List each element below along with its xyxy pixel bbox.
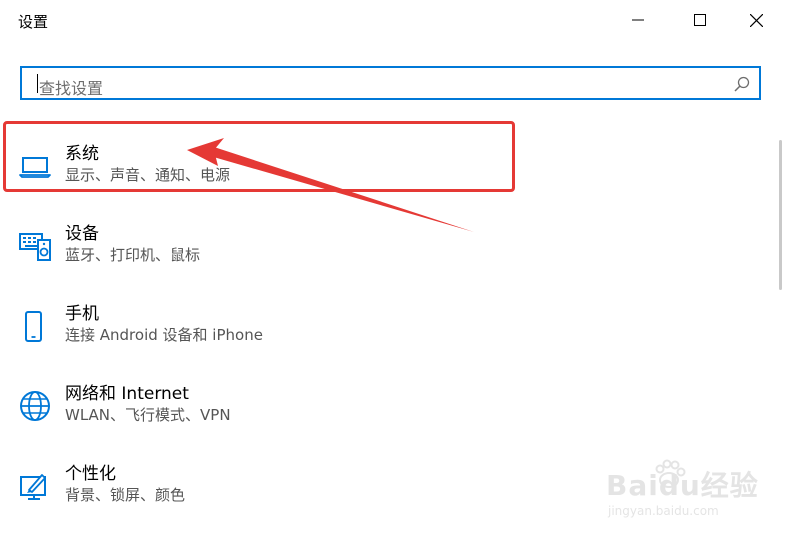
settings-item-name: 网络和 Internet — [65, 384, 189, 404]
window-title: 设置 — [18, 13, 49, 31]
settings-item-desc: WLAN、飞行模式、VPN — [65, 406, 231, 424]
settings-item-desc: 蓝牙、打印机、鼠标 — [65, 246, 201, 264]
settings-item-devices[interactable]: 设备 蓝牙、打印机、鼠标 — [0, 219, 760, 289]
personalize-icon — [20, 474, 46, 500]
watermark-url: jingyan.baidu.com — [608, 504, 719, 518]
globe-icon — [20, 391, 50, 421]
maximize-button[interactable] — [680, 0, 720, 40]
search-input[interactable]: 查找设置 — [22, 68, 759, 98]
title-bar: 设置 — [0, 0, 786, 40]
settings-item-name: 手机 — [65, 304, 99, 324]
annotation-highlight-box — [3, 121, 515, 192]
settings-item-desc: 连接 Android 设备和 iPhone — [65, 326, 263, 344]
search-icon[interactable] — [734, 76, 750, 92]
search-placeholder: 查找设置 — [39, 79, 104, 98]
text-caret — [37, 74, 38, 93]
settings-item-name: 设备 — [65, 224, 99, 244]
close-icon — [749, 13, 763, 27]
minimize-button[interactable] — [618, 0, 658, 40]
settings-item-name: 个性化 — [65, 464, 116, 484]
close-button[interactable] — [736, 0, 776, 40]
settings-item-network[interactable]: 网络和 Internet WLAN、飞行模式、VPN — [0, 379, 760, 449]
minimize-icon — [632, 19, 644, 21]
search-box[interactable]: 查找设置 — [20, 66, 761, 100]
settings-item-phone[interactable]: 手机 连接 Android 设备和 iPhone — [0, 299, 760, 369]
maximize-icon — [694, 14, 706, 26]
scrollbar-thumb[interactable] — [779, 140, 782, 290]
watermark: Baidu经验 jingyan.baidu.com — [598, 456, 778, 526]
watermark-logo: Baidu经验 — [606, 469, 759, 502]
phone-icon — [25, 311, 42, 342]
devices-icon — [19, 233, 51, 261]
settings-item-desc: 背景、锁屏、颜色 — [65, 486, 186, 504]
